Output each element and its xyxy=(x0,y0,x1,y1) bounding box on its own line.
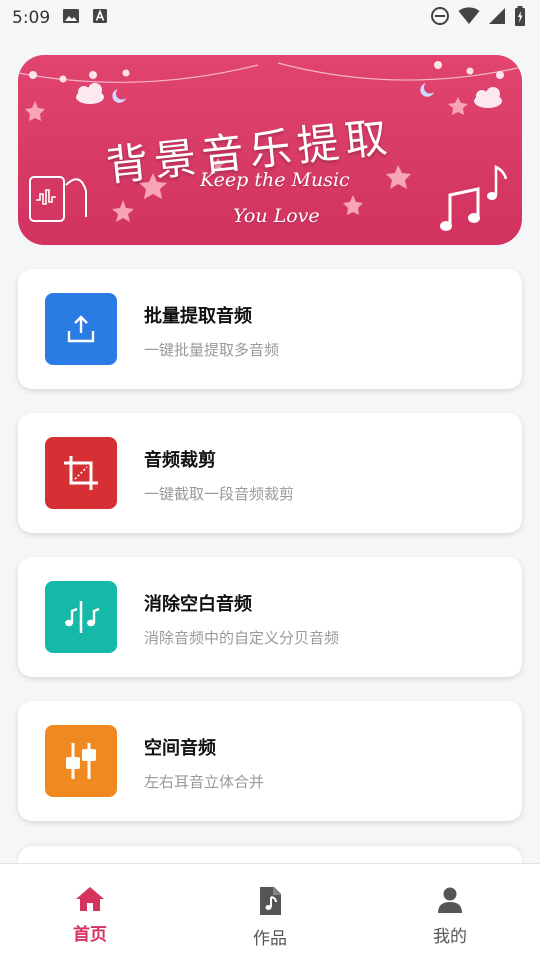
tab-works[interactable]: 作品 xyxy=(180,864,360,961)
spatial-audio-card[interactable]: 空间音频 左右耳音立体合并 xyxy=(18,701,522,821)
tab-works-label: 作品 xyxy=(253,929,287,949)
upload-icon xyxy=(45,293,117,365)
equalizer-icon xyxy=(45,725,117,797)
card-title: 批量提取音频 xyxy=(144,306,252,327)
card-title: 空间音频 xyxy=(144,738,216,759)
image-icon xyxy=(62,8,80,29)
card-subtitle: 左右耳音立体合并 xyxy=(144,773,265,791)
signal-icon xyxy=(488,7,506,29)
bottom-tab-bar: 首页 作品 我的 xyxy=(0,863,540,961)
banner-subtitle-line2: You Love xyxy=(233,205,320,227)
music-file-icon xyxy=(258,886,282,920)
text-a-icon xyxy=(92,8,108,29)
banner[interactable]: 背景音乐提取 Keep the Music You Love xyxy=(18,55,522,245)
wifi-icon xyxy=(458,7,480,29)
card-title: 消除空白音频 xyxy=(144,594,252,615)
audio-crop-card[interactable]: 音频裁剪 一键截取一段音频裁剪 xyxy=(18,413,522,533)
person-icon xyxy=(436,886,464,918)
do-not-disturb-icon xyxy=(430,6,450,30)
card-subtitle: 消除音频中的自定义分贝音频 xyxy=(144,629,340,647)
crop-icon xyxy=(45,437,117,509)
status-bar: 5:09 xyxy=(0,0,540,36)
status-time: 5:09 xyxy=(12,8,51,28)
home-icon xyxy=(75,886,105,916)
tab-mine[interactable]: 我的 xyxy=(360,864,540,961)
remove-silence-card[interactable]: 消除空白音频 消除音频中的自定义分贝音频 xyxy=(18,557,522,677)
card-subtitle: 一键批量提取多音频 xyxy=(144,341,280,359)
battery-icon xyxy=(514,6,526,30)
tab-mine-label: 我的 xyxy=(433,927,467,947)
batch-extract-card[interactable]: 批量提取音频 一键批量提取多音频 xyxy=(18,269,522,389)
tab-home-label: 首页 xyxy=(73,925,107,945)
card-subtitle: 一键截取一段音频裁剪 xyxy=(144,485,295,503)
card-title: 音频裁剪 xyxy=(144,450,216,471)
music-split-icon xyxy=(45,581,117,653)
tab-home[interactable]: 首页 xyxy=(0,864,180,961)
banner-subtitle-line1: Keep the Music xyxy=(200,169,350,191)
